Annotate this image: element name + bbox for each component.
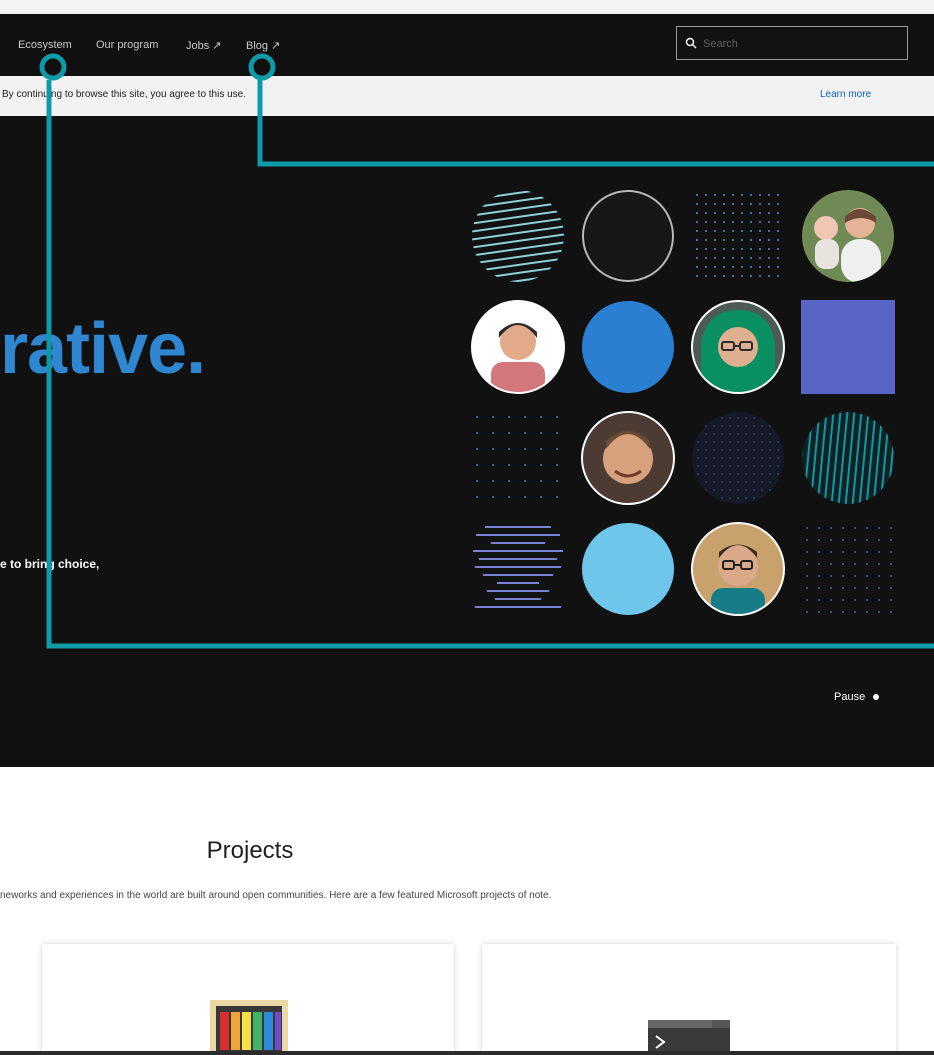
projects-heading: Projects: [206, 837, 294, 864]
profile-photo-family: [802, 190, 894, 282]
sparse-dot-tile: [801, 522, 895, 616]
profile-photo-glasses-man: [691, 522, 785, 616]
light-blue-circle-tile: [582, 523, 674, 615]
dot-grid-square-tile: [691, 189, 785, 283]
search-icon: [685, 37, 697, 49]
top-navigation: Ecosystem Our program Jobs ↗ Blog ↗: [0, 14, 934, 76]
bottom-edge: [0, 1051, 934, 1055]
dot-pattern-tile: [471, 411, 565, 505]
horizontal-lines-tile: [471, 522, 565, 616]
purple-square-tile: [801, 300, 895, 394]
projects-description: neworks and experiences in the world are…: [0, 890, 552, 901]
pause-button[interactable]: Pause: [834, 691, 880, 703]
pause-label: Pause: [834, 691, 866, 703]
profile-photo-smiling-man: [581, 411, 675, 505]
search-box[interactable]: [676, 26, 908, 60]
dark-dot-circle-tile: [692, 412, 784, 504]
hero-section: rative. e to bring choice, Pause: [0, 116, 934, 767]
nav-link-jobs[interactable]: Jobs ↗: [186, 39, 222, 52]
nav-link-our-program[interactable]: Our program: [96, 39, 158, 51]
project-logo-color-bars-icon: [210, 1000, 288, 1055]
pause-dot-icon: [873, 694, 880, 701]
screenshot-frame: Ecosystem Our program Jobs ↗ Blog ↗ By c…: [0, 0, 934, 1055]
search-input[interactable]: [701, 33, 901, 55]
profile-photo-man: [471, 300, 565, 394]
striped-circle-tile: [472, 190, 564, 282]
learn-more-link[interactable]: Learn more: [820, 89, 871, 100]
profile-photo-green-hair: [691, 300, 785, 394]
project-card-left[interactable]: [42, 944, 454, 1055]
hero-description: e to bring choice,: [0, 557, 100, 571]
hero-headline: rative.: [0, 309, 206, 389]
project-logo-terminal-icon: [648, 1020, 730, 1055]
outlined-circle-tile: [582, 190, 674, 282]
cookie-banner-text: By continuing to browse this site, you a…: [2, 89, 247, 100]
teal-striped-circle-tile: [802, 412, 894, 504]
nav-link-blog[interactable]: Blog ↗: [246, 39, 280, 52]
project-card-right[interactable]: [482, 944, 896, 1055]
nav-link-ecosystem[interactable]: Ecosystem: [18, 39, 72, 51]
cookie-banner: By continuing to browse this site, you a…: [0, 76, 934, 116]
solid-blue-circle-tile: [582, 301, 674, 393]
top-strip: [0, 0, 934, 14]
